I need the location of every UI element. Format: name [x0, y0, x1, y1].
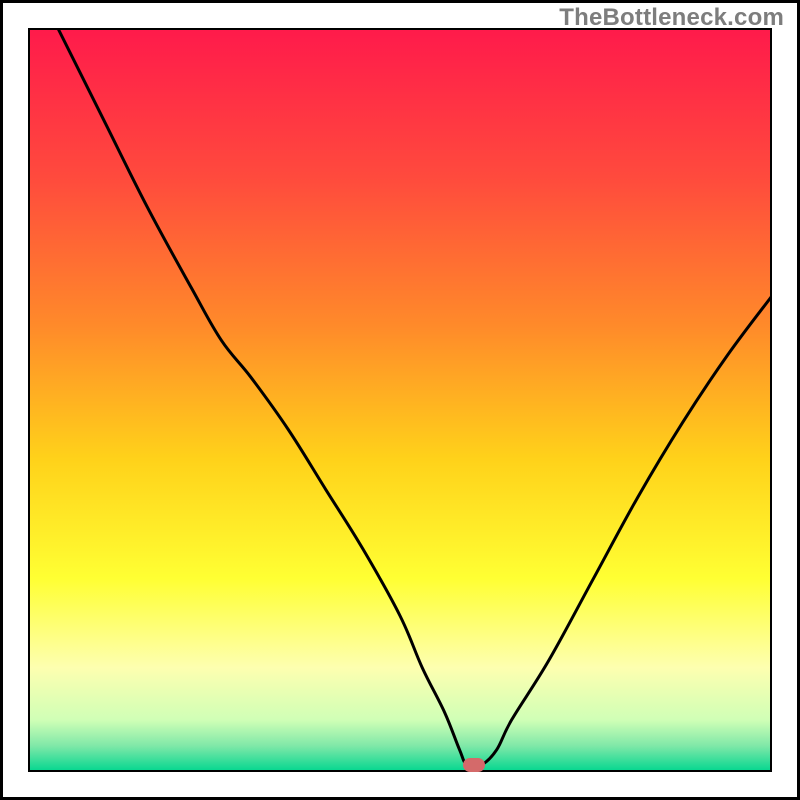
plot-area: [28, 28, 772, 772]
optimal-point-marker: [463, 758, 485, 772]
gradient-background: [28, 28, 772, 772]
outer-frame: TheBottleneck.com: [0, 0, 800, 800]
plot-svg: [28, 28, 772, 772]
